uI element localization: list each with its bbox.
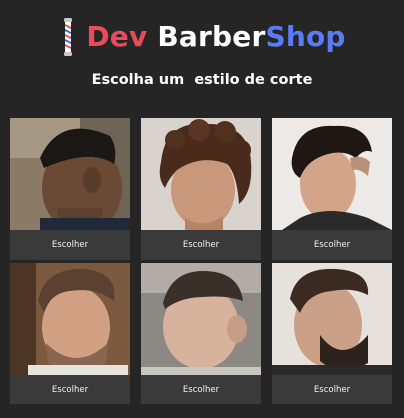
choose-button[interactable]: Escolher [141,375,261,404]
style-card: Escolher [141,118,261,260]
style-card: Escolher [272,263,392,404]
style-card: Escolher [10,118,130,260]
style-card: Escolher [10,263,130,404]
brand-word-shop: Shop [265,20,346,53]
style-photo [10,263,130,375]
style-photo [141,118,261,230]
styles-grid: Escolher Escolher Escolher Escolher Esco… [10,118,394,404]
choose-button[interactable]: Escolher [10,375,130,404]
style-card: Escolher [141,263,261,404]
brand-word-barber: Barber [157,20,266,53]
header: Dev BarberShop [0,14,404,60]
style-photo [272,263,392,375]
choose-button[interactable]: Escolher [272,230,392,260]
brand-title: Dev BarberShop [86,23,345,51]
choose-button[interactable]: Escolher [141,230,261,260]
app-root: Dev BarberShop Escolha um estilo de cort… [0,0,404,418]
style-photo [141,263,261,375]
brand-word-dev: Dev [86,20,148,53]
style-photo [272,118,392,230]
barber-pole-icon [58,17,78,57]
style-card: Escolher [272,118,392,260]
page-subtitle: Escolha um estilo de corte [91,72,313,88]
style-photo [10,118,130,230]
choose-button[interactable]: Escolher [272,375,392,404]
choose-button[interactable]: Escolher [10,230,130,260]
